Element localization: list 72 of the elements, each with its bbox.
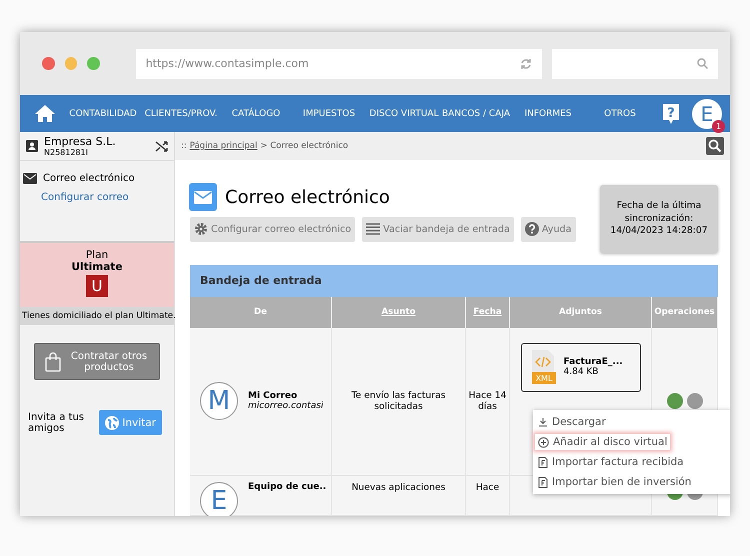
download-icon [538,417,548,427]
toolbar-button[interactable]: Configurar correo electrónico [190,216,356,242]
date-text: Hace 14 días [468,390,508,412]
contact-card-icon [26,140,38,152]
nav-item[interactable]: BANCOS / CAJA [440,108,512,118]
shuffle-icon[interactable] [155,140,168,152]
plus-circle-icon [538,436,549,448]
invite-button[interactable]: Invitar [99,410,162,435]
nav-item[interactable]: CONTABILIDAD [66,108,140,118]
attachment-size: 4.84 KB [564,367,598,378]
document-icon [538,456,548,468]
page-title: Correo electrónico [225,186,390,208]
notification-badge: 1 [712,120,725,132]
menu-item[interactable]: Añadir al disco virtual [535,434,670,450]
sync-info-box: Fecha de la última sincronización: 14/04/2023 14:28:07 [600,185,718,253]
envelope-icon [23,173,37,184]
company-id: N2581281I [44,148,89,157]
nav-item[interactable]: IMPUESTOS [290,108,368,118]
plan-note: Tienes domiciliado el plan Ultimate. [20,307,174,325]
close-dot-icon[interactable] [42,57,55,70]
delete-icon[interactable] [686,393,702,410]
plan-label: Plan [86,249,108,261]
breadcrumb-prefix: :: [181,141,187,151]
nav-item[interactable]: INFORMES [512,108,584,118]
globe-icon [105,416,120,430]
breadcrumb-current: > Correo electrónico [260,141,348,151]
nav-item[interactable]: CLIENTES/PROV. [140,108,222,118]
plan-name: Ultimate [72,261,122,273]
sender-name: Mi Correo [248,391,298,402]
buy-products-button[interactable]: Contratar otros productos [34,343,160,380]
sender-name: Equipo de cue... [248,482,327,492]
nav-item[interactable]: DISCO VIRTUAL [368,108,440,118]
help-icon[interactable]: ? [662,102,680,124]
minimize-dot-icon[interactable] [64,57,78,70]
action-icon[interactable] [666,393,682,410]
shopping-bag-icon [45,352,61,372]
date-text: Hace [476,482,500,493]
inbox-header: Bandeja de entrada [190,264,718,297]
toolbar-button[interactable]: Ayuda [520,216,576,242]
invite-text: Invita a tus amigos [28,412,85,434]
sender-avatar: E [200,482,238,516]
subject-text: Te envío las facturas solicitadas [350,390,447,412]
gear-icon [194,222,208,236]
subject-text: Nuevas aplicaciones [352,482,446,493]
search-field[interactable] [552,48,718,78]
search-icon [697,58,708,69]
maximize-dot-icon[interactable] [87,57,100,70]
attachment-name: FacturaE_... [564,357,623,368]
menu-item[interactable]: Importar bien de inversión [535,474,694,490]
url-text: https://www.contasimple.com [146,57,309,70]
help-icon [524,222,539,236]
sender-email: micorreo.contasi [248,401,324,412]
search-icon[interactable] [706,137,724,155]
company-name: Empresa S.L. [44,135,117,148]
nav-item[interactable]: CATÁLOGO [222,108,290,118]
envelope-icon [189,183,217,211]
plan-badge: U [86,275,108,297]
home-icon[interactable] [34,104,56,123]
menu-item[interactable]: Importar factura recibida [535,454,687,470]
list-icon [366,223,380,236]
address-bar[interactable]: https://www.contasimple.com [136,48,542,78]
attachment-card[interactable]: XML FacturaE_... 4.84 KB [520,342,640,392]
toolbar-button[interactable]: Vaciar bandeja de entrada [362,216,514,242]
home-breadcrumb-link[interactable]: Página principal [190,141,258,151]
sender-avatar: M [200,382,238,420]
configure-link[interactable]: Configurar correo [41,192,174,203]
document-icon [538,476,548,488]
reload-icon[interactable] [520,58,532,70]
nav-item[interactable]: OTROS [584,108,656,118]
menu-item[interactable]: Descargar [535,414,609,430]
xml-file-icon: XML [530,350,556,384]
section-title: Correo electrónico [43,173,135,184]
